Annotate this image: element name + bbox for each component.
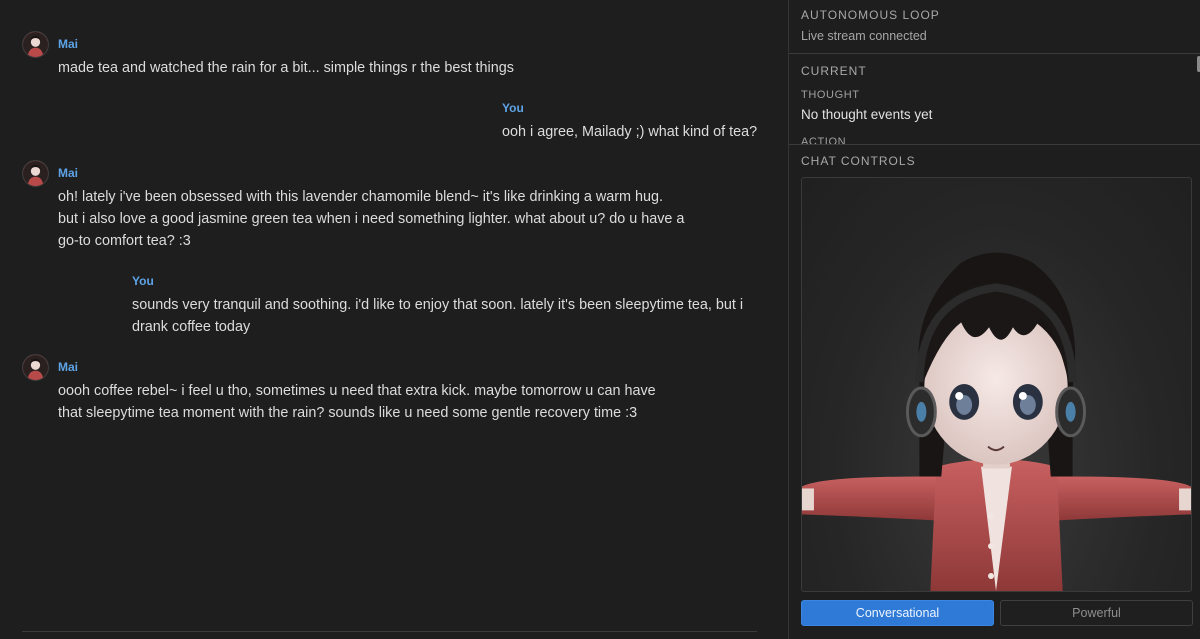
mai-avatar — [22, 354, 49, 381]
message-text: oooh coffee rebel~ i feel u tho, sometim… — [58, 383, 656, 421]
message-sender: You — [502, 101, 524, 115]
chat-transcript: Mai made tea and watched the rain for a … — [0, 0, 788, 639]
autonomous-loop-title: AUTONOMOUS LOOP — [801, 8, 940, 22]
current-section[interactable]: CURRENT THOUGHT No thought events yet AC… — [789, 54, 1200, 144]
message-sender: Mai — [58, 166, 79, 180]
section-divider — [789, 144, 1200, 145]
message-sender: Mai — [58, 360, 79, 374]
message-sender: You — [132, 274, 154, 288]
mai-avatar — [22, 160, 49, 187]
message-text: sounds very tranquil and soothing. i'd l… — [132, 297, 744, 335]
thought-label: THOUGHT — [801, 89, 860, 101]
message-sender: Mai — [58, 37, 79, 51]
mai-avatar — [22, 31, 49, 58]
message-text: ooh i agree, Mailady ;) what kind of tea… — [502, 124, 758, 140]
powerful-mode-button[interactable]: Powerful — [1000, 600, 1193, 626]
message-text: made tea and watched the rain for a bit.… — [58, 60, 514, 76]
avatar-model-illustration — [802, 252, 1191, 591]
thought-value: No thought events yet — [801, 107, 933, 122]
chat-input-divider — [22, 631, 757, 632]
current-title: CURRENT — [801, 64, 867, 78]
side-panel: AUTONOMOUS LOOP Live stream connected CU… — [788, 0, 1200, 639]
avatar-viewport[interactable] — [801, 177, 1192, 592]
action-label: ACTION — [801, 136, 847, 144]
conversational-mode-button[interactable]: Conversational — [801, 600, 994, 626]
message-text: oh! lately i've been obsessed with this … — [58, 189, 685, 249]
chat-controls-title: CHAT CONTROLS — [801, 154, 916, 168]
stream-status: Live stream connected — [801, 29, 927, 43]
